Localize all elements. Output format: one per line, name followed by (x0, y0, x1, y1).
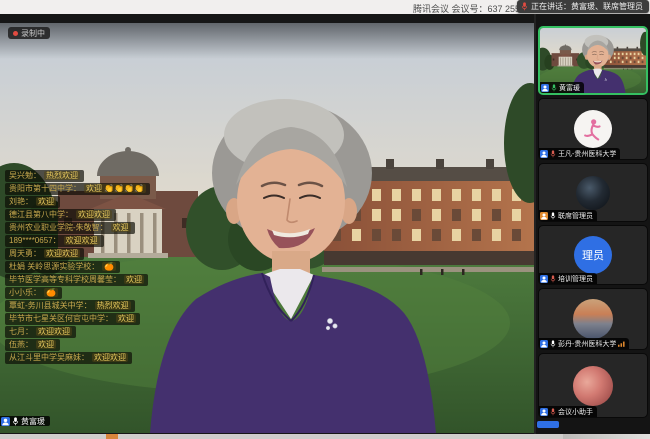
avatar (576, 176, 610, 210)
participant-name: 黄富瑗 (559, 83, 580, 93)
person-icon (540, 408, 548, 416)
participant-name-badge: 联席管理员 (539, 210, 597, 221)
mic-icon (521, 2, 528, 11)
person-icon (540, 150, 548, 158)
participant-tile-huangfuyuan[interactable]: 黄富瑗 (538, 26, 648, 95)
sidebar-scroll-indicator[interactable] (537, 421, 559, 428)
desktop-accent-right (563, 434, 650, 439)
participant-tile-wangfan[interactable]: 王凡-贵州医科大学 (538, 98, 648, 160)
main-speaker-name: 黄富瑗 (21, 416, 45, 427)
chat-message: 毕节医学高等专科学校周馨莹：欢迎 (5, 274, 148, 286)
chat-message: 从江斗里中学吴麻妹：欢迎欢迎 (5, 352, 132, 364)
chat-message: 德江县第八中学：欢迎欢迎 (5, 209, 116, 221)
avatar: 理员 (574, 236, 612, 274)
mic-icon (12, 417, 19, 426)
chat-message: 贵州农业职业学院-朱敬智：欢迎 (5, 222, 135, 234)
participant-name: 王凡-贵州医科大学 (558, 149, 616, 159)
recording-label: 录制中 (21, 28, 45, 39)
chat-overlay: 吴兴勉：热烈欢迎 贵阳市第十四中学：欢迎 👏👏👏👏 刘艳：欢迎 德江县第八中学：… (5, 170, 150, 364)
chat-message: 周天勇：欢迎欢迎 (5, 248, 84, 260)
mic-active-icon (551, 84, 557, 92)
participant-name-badge: 黄富瑗 (540, 82, 584, 93)
meeting-client-body: 录制中 吴兴勉：热烈欢迎 贵阳市第十四中学：欢迎 👏👏👏👏 刘艳：欢迎 德江县第… (0, 14, 650, 434)
chat-message: 毕节市七星关区何官屯中学：欢迎 (5, 313, 140, 325)
main-speaker-badge: 黄富瑗 (0, 416, 50, 426)
mic-muted-icon (550, 275, 556, 283)
chat-message: 覃虹-务川县城关中学：热烈欢迎 (5, 300, 135, 312)
participant-name-badge: 培训管理员 (539, 273, 597, 284)
avatar (573, 366, 613, 406)
meeting-window: 腾讯会议 会议号：637 255 628 正在讲话：黄富瑗、联席管理员 录制中 … (0, 0, 650, 439)
desktop-accent (106, 434, 118, 439)
chat-message: 刘艳：欢迎 (5, 196, 60, 208)
person-icon (540, 340, 548, 348)
chat-message: 小小乐：🍊 (5, 287, 62, 299)
participant-name: 联席管理员 (558, 211, 593, 221)
chat-message: 贵阳市第十四中学：欢迎 👏👏👏👏 (5, 183, 150, 195)
mic-muted-icon (550, 150, 556, 158)
avatar (573, 299, 613, 339)
chat-message: 七月：欢迎欢迎 (5, 326, 76, 338)
mic-muted-icon (550, 408, 556, 416)
participant-tile-assistant[interactable]: 会议小助手 (538, 353, 648, 418)
participant-name-badge: 会议小助手 (539, 406, 597, 417)
participant-name: 培训管理员 (558, 274, 593, 284)
person-icon (1, 417, 10, 426)
participants-sidebar: 黄富瑗 王凡-贵州医科大学 (536, 14, 650, 434)
avatar-initials: 理员 (582, 247, 604, 263)
chat-message: 189****0657：欢迎欢迎 (5, 235, 104, 247)
person-icon (541, 84, 549, 92)
mic-icon (550, 340, 556, 348)
mic-icon (550, 212, 556, 220)
ballerina-icon (580, 116, 606, 142)
participant-name: 彭丹-贵州医科大学 (558, 339, 616, 349)
participant-name-badge: 王凡-贵州医科大学 (539, 148, 620, 159)
chat-message: 吴兴勉：热烈欢迎 (5, 170, 84, 182)
main-video-stage[interactable]: 录制中 吴兴勉：热烈欢迎 贵阳市第十四中学：欢迎 👏👏👏👏 刘艳：欢迎 德江县第… (0, 14, 534, 434)
desktop-strip (0, 434, 650, 439)
recording-dot-icon (13, 31, 18, 36)
chat-message: 杜娟 关岭思源实验学校：🍊 (5, 261, 120, 273)
person-icon (540, 275, 548, 283)
recording-badge: 录制中 (8, 27, 50, 39)
participant-tile-pengdan[interactable]: 彭丹-贵州医科大学 (538, 288, 648, 350)
network-signal-icon (618, 341, 625, 347)
host-person-icon (540, 212, 548, 220)
speaking-toast-label: 正在讲话：黄富瑗、联席管理员 (531, 1, 643, 12)
participant-tile-training-admin[interactable]: 理员 培训管理员 (538, 225, 648, 285)
speaking-toast: 正在讲话：黄富瑗、联席管理员 (517, 0, 649, 13)
participant-name-badge: 彭丹-贵州医科大学 (539, 338, 629, 349)
participant-name: 会议小助手 (558, 407, 593, 417)
avatar (574, 110, 612, 148)
chat-message: 伍燕：欢迎 (5, 339, 60, 351)
participant-tile-cohost-admin[interactable]: 联席管理员 (538, 163, 648, 222)
